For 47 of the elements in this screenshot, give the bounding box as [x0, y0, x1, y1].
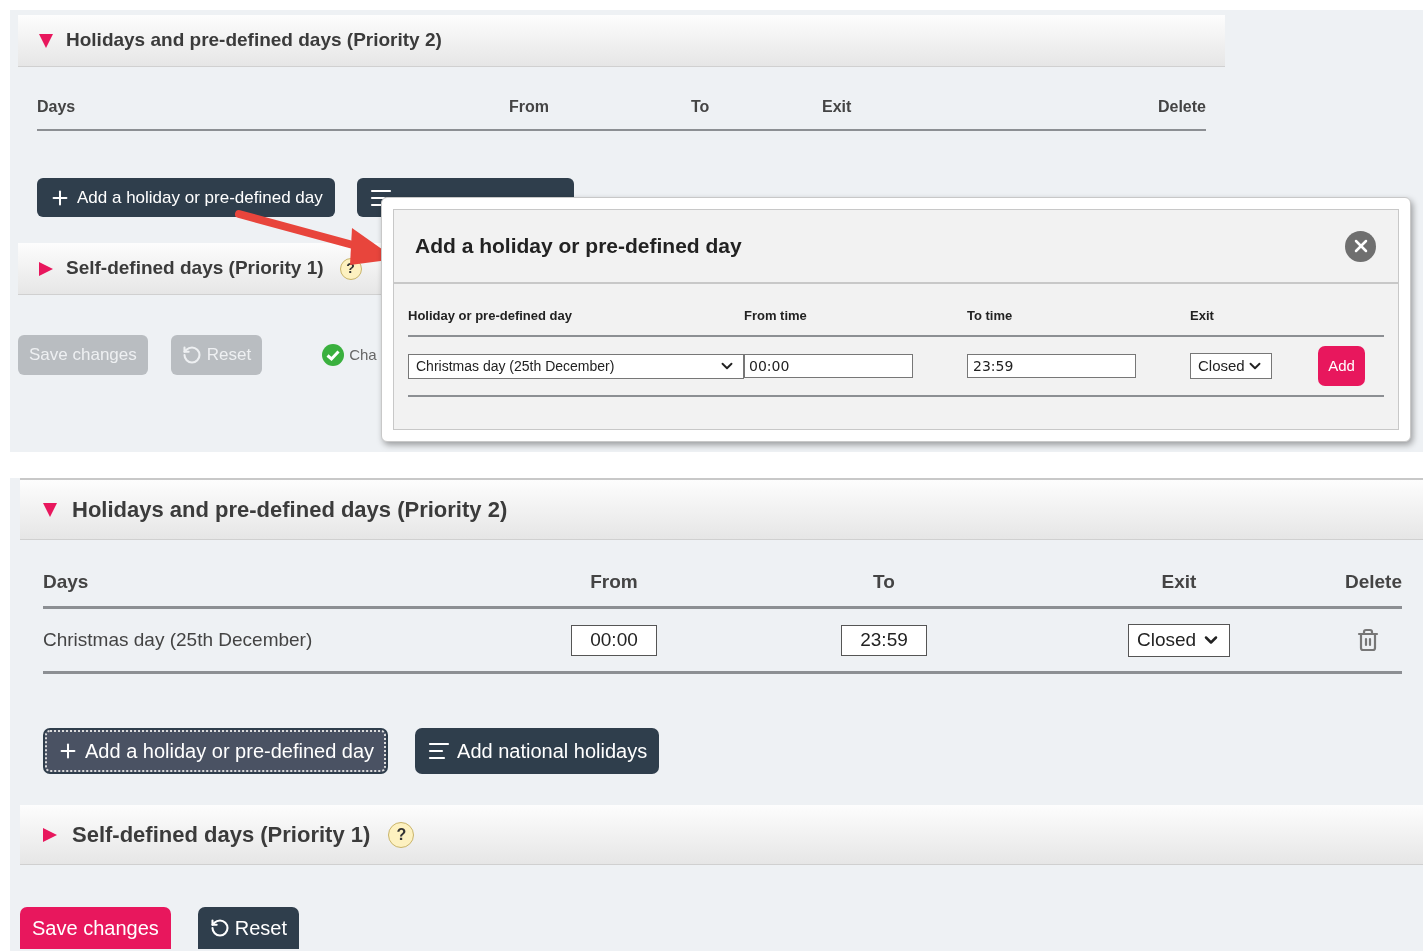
exit-select[interactable]: Closed [1128, 623, 1230, 657]
column-header: To [873, 569, 895, 594]
save-button[interactable]: Save changes [20, 907, 171, 949]
collapsed-triangle-icon [38, 260, 54, 277]
to-time-field[interactable]: 23:59 [967, 354, 1136, 378]
exit-select[interactable]: Closed [1190, 353, 1272, 379]
day-cell-text: Christmas day (25th December) [43, 627, 314, 652]
column-header: To time [967, 306, 1013, 325]
column-header: Holiday or pre-defined day [408, 306, 572, 325]
dialog-title: Add a holiday or pre-defined day [415, 233, 742, 260]
to-time-field[interactable]: 23:59 [841, 624, 927, 656]
expanded-triangle-icon [38, 32, 54, 49]
section-title: Self-defined days (Priority 1) [66, 256, 324, 281]
section-header[interactable]: Holidays and pre-defined days (Priority 2) [18, 15, 1225, 67]
close-button[interactable] [1345, 230, 1376, 262]
section-title: Self-defined days (Priority 1) [72, 821, 371, 849]
add-day-button[interactable]: Add a holiday or pre-defined day [43, 728, 389, 774]
status-text: Cha [349, 344, 377, 365]
add-button[interactable]: Add [1318, 346, 1365, 386]
section-title: Holidays and pre-defined days (Priority 2) [66, 28, 442, 53]
column-header: From [590, 569, 638, 594]
column-header: Exit [822, 97, 852, 117]
from-time-field[interactable]: 00:00 [744, 354, 913, 378]
section-header[interactable]: Holidays and pre-defined days (Priority 2) [20, 480, 1423, 540]
section-header[interactable]: Self-defined days (Priority 1) ? [20, 805, 1423, 865]
reset-icon [181, 345, 202, 365]
trash-icon[interactable] [1356, 628, 1380, 652]
check-icon [321, 343, 346, 367]
from-time-field[interactable]: 00:00 [571, 624, 657, 656]
reset-button[interactable]: Reset [197, 907, 299, 949]
column-header: From time [744, 306, 807, 325]
reset-icon [209, 918, 230, 938]
expanded-triangle-icon [42, 501, 58, 518]
help-icon[interactable]: ? [388, 821, 415, 848]
column-header: To [691, 97, 710, 117]
add-national-holidays-button[interactable]: Add national holidays [415, 728, 660, 774]
column-header: Exit [1190, 306, 1214, 325]
section-title: Holidays and pre-defined days (Priority 2) [72, 496, 508, 524]
column-header: Delete [1344, 569, 1402, 594]
add-day-button[interactable]: Add a holiday or pre-defined day [37, 178, 335, 217]
day-select[interactable]: Christmas day (25th December) [408, 353, 744, 379]
collapsed-triangle-icon [42, 826, 58, 843]
column-header: From [509, 97, 549, 117]
column-header: Days [43, 569, 89, 594]
column-header: Exit [1161, 569, 1197, 594]
column-header: Days [37, 97, 76, 117]
column-header: Delete [1157, 97, 1206, 117]
